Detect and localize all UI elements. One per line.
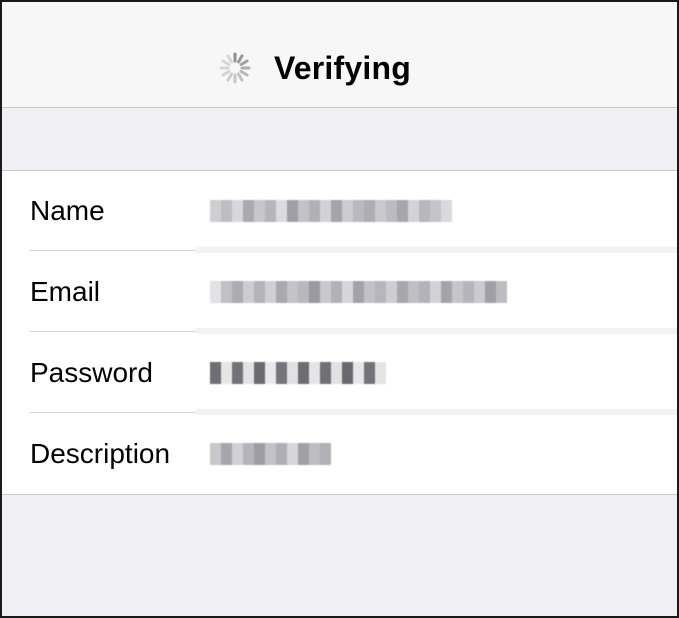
row-separator [30,250,196,251]
activity-spinner-icon [219,52,251,84]
description-row[interactable]: Description [2,414,677,494]
navigation-bar: Verifying [2,2,677,108]
email-label: Email [30,276,101,307]
email-field[interactable] [210,278,507,306]
name-row[interactable]: Name [2,171,677,253]
description-field[interactable] [210,440,331,468]
name-field[interactable] [210,197,452,225]
row-separator [30,412,196,413]
password-field[interactable] [210,359,386,387]
description-label: Description [30,438,171,469]
nav-title-group: Verifying [218,48,411,88]
password-row[interactable]: Password [2,333,677,415]
account-form-table: Name Email Password Description [2,170,677,495]
name-label: Name [30,195,105,226]
email-row[interactable]: Email [2,252,677,334]
row-separator [30,331,196,332]
password-label: Password [30,357,153,388]
page-title: Verifying [274,50,411,86]
app-window: Verifying Name Email Password Descriptio… [0,0,679,618]
